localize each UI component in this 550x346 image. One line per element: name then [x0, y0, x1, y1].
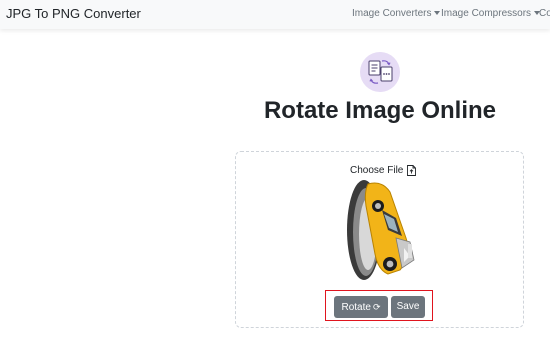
- nav-item-partial[interactable]: Co: [539, 8, 550, 19]
- rotate-label: Rotate: [341, 302, 371, 313]
- rotate-button[interactable]: Rotate ⟳: [334, 296, 388, 318]
- nav-image-compressors[interactable]: Image Compressors: [441, 8, 541, 19]
- choose-file-button[interactable]: Choose File: [350, 165, 417, 176]
- save-button[interactable]: Save: [391, 296, 425, 318]
- nav-image-converters[interactable]: Image Converters: [352, 8, 441, 19]
- navbar: JPG To PNG Converter Image Converters Im…: [0, 0, 550, 29]
- file-upload-icon: [407, 165, 417, 176]
- image-preview: [330, 178, 430, 286]
- nav-image-compressors-label: Image Compressors: [441, 8, 532, 19]
- save-label: Save: [396, 301, 420, 312]
- nav-item-partial-label: Co: [539, 8, 550, 19]
- caret-down-icon: [434, 11, 441, 16]
- page-title: Rotate Image Online: [263, 97, 497, 124]
- brand-link[interactable]: JPG To PNG Converter: [6, 6, 141, 21]
- convert-files-icon: [360, 52, 400, 92]
- choose-file-label: Choose File: [350, 165, 404, 176]
- rotate-icon: ⟳: [372, 302, 381, 312]
- nav-image-converters-label: Image Converters: [352, 8, 432, 19]
